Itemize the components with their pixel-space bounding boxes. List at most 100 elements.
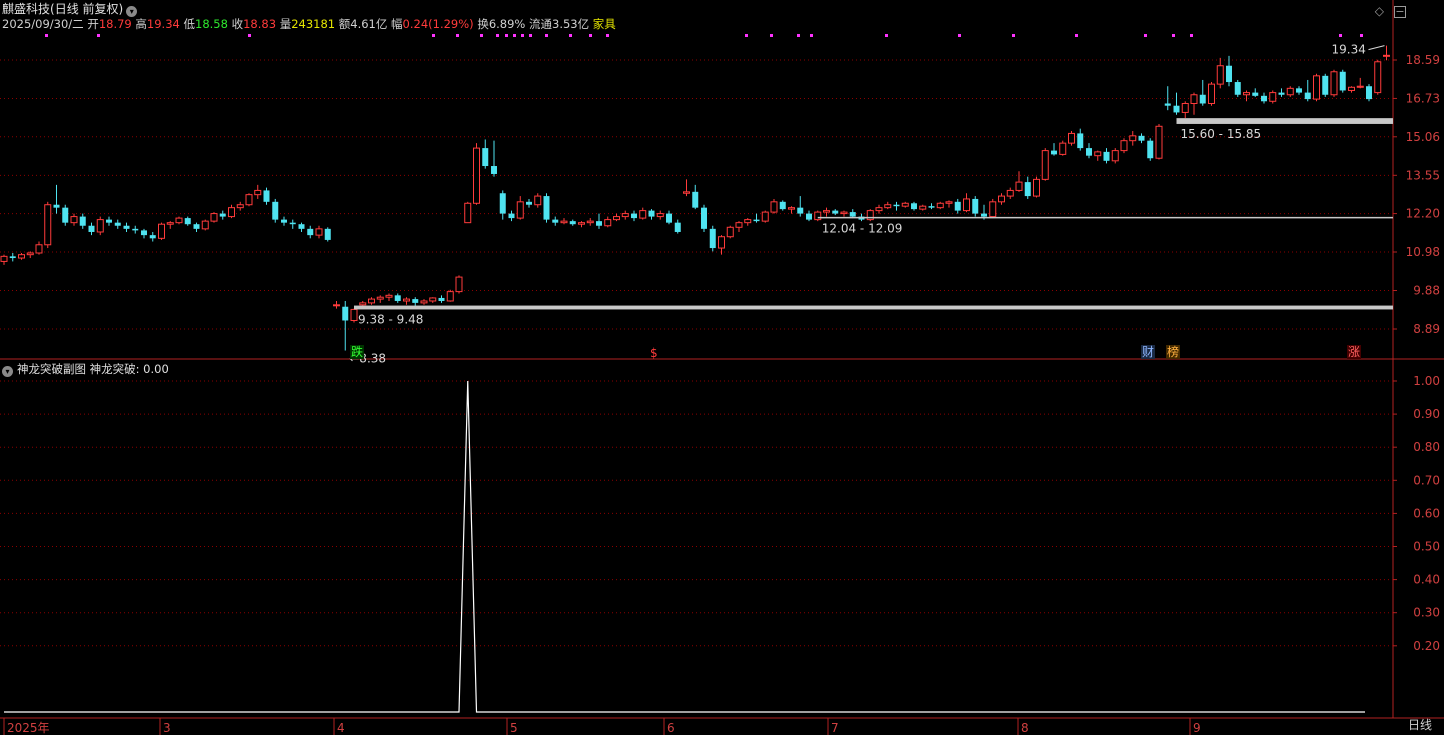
month-label: 6 [667, 721, 675, 735]
candle-body [210, 213, 218, 222]
price-tick-label: 13.55 [1406, 168, 1440, 182]
dropdown-chevron-icon[interactable]: ▾ [126, 6, 138, 17]
candle-body [79, 216, 86, 226]
candle-body [324, 228, 331, 240]
candle-body [298, 224, 305, 229]
high-label: 高 [135, 17, 147, 31]
candle-body [761, 211, 769, 222]
candle-body [893, 204, 900, 207]
change-label: 幅 [391, 17, 403, 31]
float-value: 3.53亿 [552, 17, 590, 31]
candle-body [639, 210, 647, 219]
close-value: 18.83 [243, 17, 277, 31]
candle-body [281, 219, 287, 223]
candle-body [114, 222, 121, 226]
candle-body [175, 217, 183, 224]
signal-dot [1012, 34, 1015, 37]
candle-body [692, 191, 699, 208]
candle-body [569, 221, 576, 225]
candle-body [1216, 65, 1224, 85]
close-label: 收 [231, 17, 244, 31]
candle-body [1226, 65, 1232, 83]
max-price-arrow [1368, 45, 1385, 51]
chart-canvas[interactable]: 18.59 16.73 15.06 13.55 12.20 10.98 9.88 8.89 1.… [0, 0, 1444, 735]
signal-dot [545, 34, 548, 37]
candle-body [613, 216, 620, 221]
candle-body [823, 210, 830, 213]
candle-body [1138, 135, 1145, 141]
candle-body [911, 203, 917, 210]
candle-body [560, 220, 568, 224]
candle-body [201, 220, 209, 230]
candle-body [1041, 150, 1049, 180]
candle-body [674, 222, 681, 232]
candle-body [1077, 133, 1084, 149]
candle-body [1103, 151, 1110, 161]
candle-body [0, 255, 8, 262]
candle-body [648, 210, 655, 217]
candle-body [1181, 102, 1189, 113]
candle-body [981, 213, 987, 217]
candle-body [1068, 132, 1075, 144]
candle-body [1348, 86, 1355, 91]
candle-body [429, 297, 437, 302]
quote-bar: 2025/09/30/二 开18.79 高19.34 低18.58 收18.83… [2, 17, 616, 31]
candle-body [412, 299, 419, 303]
candle-body [814, 211, 822, 221]
candle-body [359, 302, 367, 306]
indicator-tick-label: 0.50 [1413, 540, 1440, 554]
diamond-icon[interactable]: ◇ [1375, 4, 1384, 18]
candle-body [35, 244, 43, 254]
candle-body [1147, 140, 1154, 159]
candle-body [44, 204, 52, 246]
low-value: 18.58 [195, 17, 228, 31]
candle-body [516, 201, 524, 219]
candle-body [578, 222, 585, 225]
signal-dot [521, 34, 524, 37]
max-price-label: 19.34 [1332, 43, 1366, 57]
candle-body [1374, 61, 1382, 94]
candle-body [526, 201, 532, 205]
sub-dropdown-icon[interactable]: ▾ [2, 366, 13, 377]
candle-body [1164, 103, 1171, 106]
signal-dot [480, 34, 483, 37]
candle-body [718, 236, 725, 249]
candle-body [709, 228, 716, 249]
candle-body [596, 221, 602, 226]
volume-value: 243181 [291, 17, 336, 31]
month-label: 4 [337, 721, 345, 735]
candle-body [744, 219, 752, 224]
candle-body [219, 213, 226, 217]
rise-marker: 涨 [1348, 344, 1360, 359]
signal-dot [770, 34, 773, 37]
open-value: 18.79 [98, 17, 132, 31]
signal-dot [1190, 34, 1193, 37]
candle-body [832, 210, 839, 214]
candle-body [333, 304, 340, 307]
candle-body [1286, 87, 1294, 96]
candle-body [184, 218, 191, 225]
dollar-marker: $ [650, 346, 658, 360]
month-label: 5 [510, 721, 518, 735]
candle-body [342, 306, 349, 321]
candle-body [1006, 189, 1014, 197]
signal-dot [1075, 34, 1078, 37]
candle-body [945, 201, 953, 204]
candle-body [1234, 82, 1241, 95]
candle-body [1383, 54, 1390, 57]
candle-body [1296, 88, 1302, 93]
indicator-tick-label: 0.80 [1413, 440, 1440, 454]
candle-body [385, 294, 393, 298]
candle-body [1033, 178, 1040, 197]
period-tab[interactable]: 日线 [1408, 716, 1432, 733]
candle-body [1208, 83, 1215, 104]
candle-body [1278, 92, 1285, 95]
candle-body [1199, 94, 1206, 104]
candle-body [534, 195, 542, 206]
candle-body [482, 148, 489, 167]
signal-dot [797, 34, 800, 37]
candle-body [236, 204, 244, 209]
industry[interactable]: 家具 [593, 17, 616, 31]
minimize-icon[interactable]: − [1394, 6, 1406, 18]
candle-body [376, 296, 384, 300]
